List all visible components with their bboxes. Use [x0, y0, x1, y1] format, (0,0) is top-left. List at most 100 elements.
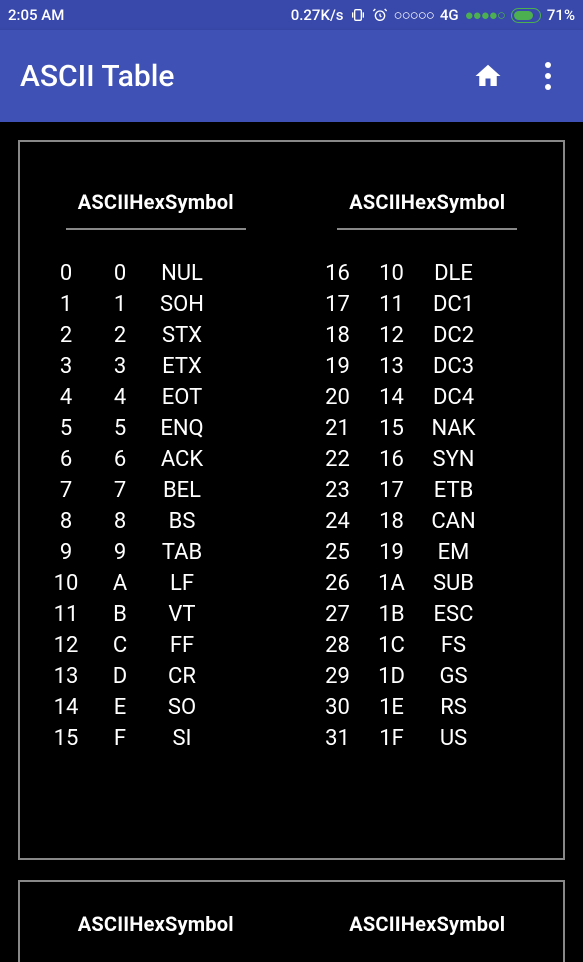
cell-ascii: 23 — [310, 475, 366, 506]
cell-ascii: 31 — [310, 723, 366, 754]
cell-symbol: TAB — [146, 537, 218, 568]
battery-pct: 71% — [547, 6, 575, 24]
table-row: 77BEL — [38, 475, 274, 506]
cell-symbol: ETX — [146, 351, 218, 382]
cell-hex: 7 — [94, 475, 146, 506]
overflow-menu-button[interactable] — [533, 61, 563, 91]
table-row: 311FUS — [310, 723, 546, 754]
cell-symbol: GS — [418, 661, 490, 692]
cell-hex: 8 — [94, 506, 146, 537]
table-row: 301ERS — [310, 692, 546, 723]
cell-symbol: US — [418, 723, 490, 754]
table-left-2: ASCIIHexSymbol — [20, 882, 292, 962]
cell-symbol: DLE — [418, 258, 490, 289]
cell-hex: 1 — [94, 289, 146, 320]
table-row: 33ETX — [38, 351, 274, 382]
table-row: 66ACK — [38, 444, 274, 475]
cell-ascii: 29 — [310, 661, 366, 692]
cell-symbol: SYN — [418, 444, 490, 475]
cell-symbol: LF — [146, 568, 218, 599]
table-row: 2418CAN — [310, 506, 546, 537]
cell-ascii: 5 — [38, 413, 94, 444]
signal-icon: ○○○○○ — [394, 6, 434, 24]
cell-symbol: EM — [418, 537, 490, 568]
cell-symbol: VT — [146, 599, 218, 630]
cell-hex: D — [94, 661, 146, 692]
cell-symbol: STX — [146, 320, 218, 351]
table-row: 13DCR — [38, 661, 274, 692]
vibrate-icon — [350, 7, 366, 23]
cell-hex: 13 — [366, 351, 418, 382]
cell-ascii: 20 — [310, 382, 366, 413]
table-row: 2216SYN — [310, 444, 546, 475]
cell-ascii: 7 — [38, 475, 94, 506]
table-row: 1610DLE — [310, 258, 546, 289]
table-header: ASCIIHexSymbol — [310, 912, 546, 936]
cell-symbol: DC3 — [418, 351, 490, 382]
cell-ascii: 13 — [38, 661, 94, 692]
header-hex: Hex — [129, 190, 165, 214]
cell-hex: 5 — [94, 413, 146, 444]
cell-symbol: FS — [418, 630, 490, 661]
header-hex: Hex — [401, 190, 437, 214]
cell-ascii: 14 — [38, 692, 94, 723]
cell-ascii: 24 — [310, 506, 366, 537]
cell-symbol: SOH — [146, 289, 218, 320]
cell-hex: 6 — [94, 444, 146, 475]
cell-hex: C — [94, 630, 146, 661]
cell-hex: 10 — [366, 258, 418, 289]
more-vert-icon — [545, 62, 551, 90]
table-row: 99TAB — [38, 537, 274, 568]
cell-hex: A — [94, 568, 146, 599]
cell-symbol: RS — [418, 692, 490, 723]
cell-ascii: 18 — [310, 320, 366, 351]
table-row: 44EOT — [38, 382, 274, 413]
cell-ascii: 28 — [310, 630, 366, 661]
divider — [337, 228, 517, 230]
cell-hex: 12 — [366, 320, 418, 351]
cell-hex: 19 — [366, 537, 418, 568]
header-ascii: ASCII — [349, 912, 401, 936]
cell-symbol: ESC — [418, 599, 490, 630]
battery-icon — [511, 8, 541, 23]
home-button[interactable] — [473, 61, 503, 91]
cell-ascii: 4 — [38, 382, 94, 413]
status-time: 2:05 AM — [8, 6, 64, 24]
cell-symbol: NAK — [418, 413, 490, 444]
cell-symbol: DC4 — [418, 382, 490, 413]
cell-ascii: 2 — [38, 320, 94, 351]
cell-symbol: FF — [146, 630, 218, 661]
cell-hex: 1B — [366, 599, 418, 630]
table-right: ASCIIHexSymbol 1610DLE1711DC11812DC21913… — [292, 142, 564, 858]
table-row: 11BVT — [38, 599, 274, 630]
cell-hex: 4 — [94, 382, 146, 413]
header-ascii: ASCII — [78, 190, 130, 214]
alarm-icon — [372, 7, 388, 23]
page-title: ASCII Table — [20, 59, 473, 94]
table-header: ASCIIHexSymbol — [38, 190, 274, 214]
table-row: 291DGS — [310, 661, 546, 692]
cell-hex: 0 — [94, 258, 146, 289]
cell-hex: F — [94, 723, 146, 754]
cell-hex: 18 — [366, 506, 418, 537]
cell-symbol: ENQ — [146, 413, 218, 444]
cell-symbol: DC1 — [418, 289, 490, 320]
cell-ascii: 27 — [310, 599, 366, 630]
cell-ascii: 16 — [310, 258, 366, 289]
divider — [66, 228, 246, 230]
cell-symbol: CAN — [418, 506, 490, 537]
cell-symbol: CR — [146, 661, 218, 692]
cell-ascii: 21 — [310, 413, 366, 444]
cell-hex: E — [94, 692, 146, 723]
table-row: 10ALF — [38, 568, 274, 599]
signal-icon-2: ●●●●○ — [465, 6, 505, 24]
table-row: 271BESC — [310, 599, 546, 630]
cell-symbol: BS — [146, 506, 218, 537]
cell-ascii: 10 — [38, 568, 94, 599]
header-hex: Hex — [401, 912, 437, 936]
status-speed: 0.27K/s — [291, 6, 344, 24]
table-header: ASCIIHexSymbol — [310, 190, 546, 214]
table-row: 2519EM — [310, 537, 546, 568]
header-symbol: Symbol — [437, 912, 506, 936]
cell-ascii: 0 — [38, 258, 94, 289]
